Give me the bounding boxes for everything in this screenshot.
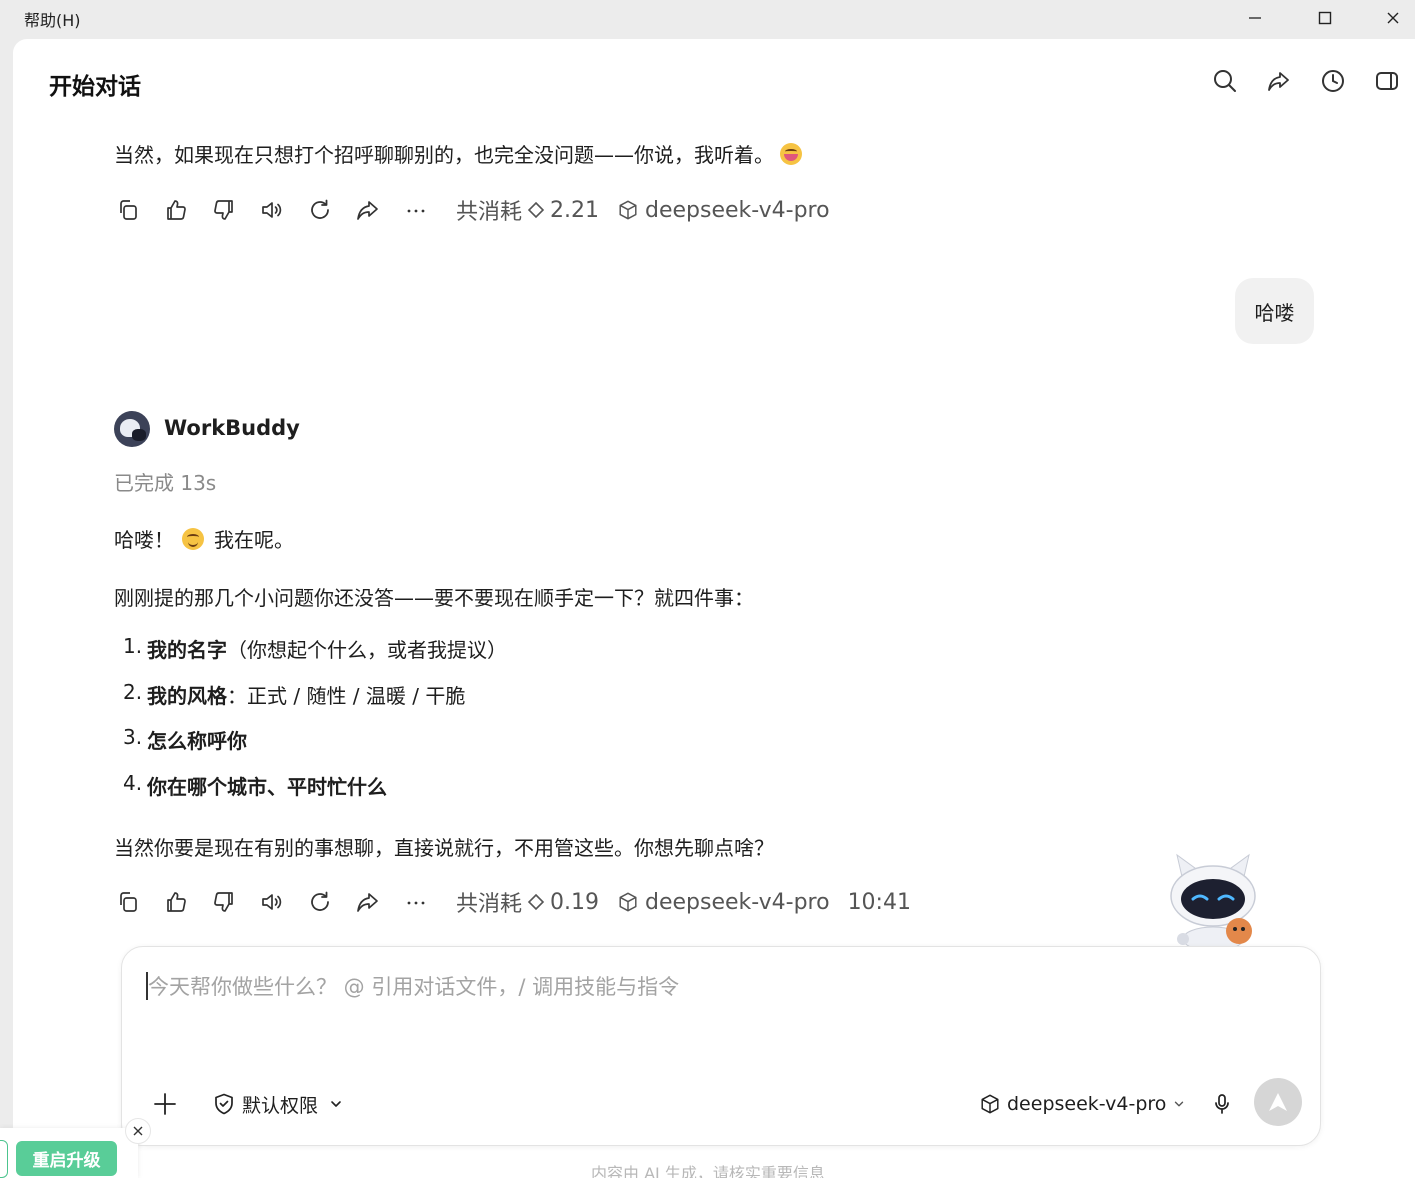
cost-label: 共消耗 [456,892,523,917]
shield-check-icon [215,1093,233,1115]
thumbs-up-icon [167,892,186,912]
microphone-icon [1215,1094,1229,1114]
model-cube-icon [619,200,637,220]
refresh-icon [311,199,329,219]
toast-edge [0,1140,8,1178]
model-name: deepseek-v4-pro [645,889,830,915]
more-dots-icon [407,901,425,905]
regenerate-button[interactable] [308,192,356,228]
send-button[interactable] [1254,1078,1302,1126]
copy-icon [120,892,137,912]
voice-input-button[interactable] [1205,1087,1239,1121]
close-window-button[interactable] [1366,0,1415,36]
cost-value: 0.19 [550,889,599,915]
like-button[interactable] [164,192,212,228]
speaker-icon [262,894,282,910]
bot-question-list: 1. 我的名字 （你想起个什么，或者我提议） 2. 我的风格 ：正式 / 随性 / 温暖… [123,634,507,816]
ai-disclaimer: 内容由 AI 生成，请核实重要信息 [591,1164,825,1178]
minimize-icon [1249,17,1261,19]
forward-button[interactable] [356,192,404,228]
read-aloud-button[interactable] [260,192,308,228]
copy-button[interactable] [116,192,164,228]
sidebar-toggle-icon [1376,72,1398,90]
permission-dropdown[interactable]: 默认权限 [212,1087,350,1121]
bot-reply-meta: 共消耗 0.19 deepseek-v4-pro 10:41 [456,886,911,918]
bot-reply-actions: 共消耗 0.19 deepseek-v4-pro 10:41 [116,884,911,920]
cost-value: 2.21 [550,197,599,223]
window-title-bar: 帮助(H) [0,0,1415,38]
user-message-bubble: 哈喽 [1235,278,1314,344]
chevron-down-icon [1175,1101,1184,1107]
copy-button[interactable] [116,884,164,920]
chat-panel: 开始对话 当然，如果现在只想打个招呼聊聊别的，也完全没问题——你说，我听着。 共… [13,39,1415,1178]
share-icon [357,201,378,220]
bot-name: WorkBuddy [164,416,300,440]
maximize-icon [1318,11,1332,25]
share-icon [357,893,378,912]
thumbs-up-icon [167,200,186,220]
model-cube-icon [981,1094,999,1114]
dislike-button[interactable] [212,192,260,228]
list-item: 3. 怎么称呼你 [123,725,247,753]
model-name: deepseek-v4-pro [645,197,830,223]
search-button[interactable] [1210,66,1240,96]
restart-upgrade-button[interactable]: 重启升级 [16,1141,117,1176]
permission-label: 默认权限 [242,1094,319,1117]
read-aloud-button[interactable] [260,884,308,920]
bot-avatar [114,411,150,447]
maximize-button[interactable] [1298,0,1352,36]
prev-reply-actions: 共消耗 2.21 deepseek-v4-pro [116,192,830,228]
message-input-placeholder[interactable]: 今天帮你做些什么？ @ 引用对话文件，/ 调用技能与指令 [148,971,679,1001]
dislike-button[interactable] [212,884,260,920]
attach-button[interactable] [148,1087,182,1121]
page-title: 开始对话 [49,74,141,100]
search-icon [1214,70,1236,92]
share-button[interactable] [1264,66,1294,96]
model-selector[interactable]: deepseek-v4-pro [979,1087,1186,1121]
completion-status: 已完成 13s [114,471,217,495]
sidebar-toggle-button[interactable] [1372,66,1402,96]
forward-button[interactable] [356,884,404,920]
list-item: 2. 我的风格 ：正式 / 随性 / 温暖 / 干脆 [123,679,466,708]
history-icon [1322,70,1344,92]
toast-close-button[interactable] [125,1118,151,1144]
prev-reply-text: 当然，如果现在只想打个招呼聊聊别的，也完全没问题——你说，我听着。 [114,139,802,168]
robot-cat-mascot-icon [1170,853,1256,946]
diamond-icon [527,893,545,911]
model-cube-icon [619,892,637,912]
more-button[interactable] [404,884,452,920]
list-item: 1. 我的名字 （你想起个什么，或者我提议） [123,634,507,662]
menu-help[interactable]: 帮助(H) [24,7,81,31]
message-time: 10:41 [847,889,911,915]
share-icon [1268,72,1289,91]
cost-label: 共消耗 [456,200,523,225]
smile-emoji-icon [182,528,204,550]
like-button[interactable] [164,884,212,920]
close-icon [133,1126,143,1136]
close-icon [1387,12,1399,24]
refresh-icon [311,891,329,911]
user-message-text: 哈喽 [1254,300,1295,325]
send-arrow-icon [1269,1093,1287,1111]
speaker-icon [262,202,282,218]
thumbs-down-icon [214,892,233,912]
copy-icon [120,200,137,220]
minimize-button[interactable] [1228,0,1282,36]
thumbs-down-icon [214,200,233,220]
more-button[interactable] [404,192,452,228]
message-composer[interactable]: 今天帮你做些什么？ @ 引用对话文件，/ 调用技能与指令 默认权限 deepse… [121,946,1321,1146]
bot-greeting: 哈喽！ 我在呢。 [114,528,294,552]
more-dots-icon [407,209,425,213]
regenerate-button[interactable] [308,884,356,920]
prev-reply-meta: 共消耗 2.21 deepseek-v4-pro [456,194,830,226]
plus-icon [154,1093,176,1115]
chevron-down-icon [331,1101,341,1107]
history-button[interactable] [1318,66,1348,96]
grin-emoji-icon [780,143,802,165]
model-selector-label: deepseek-v4-pro [1007,1093,1167,1115]
list-item: 4. 你在哪个城市、平时忙什么 [123,770,387,799]
bot-closing: 当然你要是现在有别的事想聊，直接说就行，不用管这些。你想先聊点啥？ [114,836,774,860]
bot-intro: 刚刚提的那几个小问题你还没答——要不要现在顺手定一下？就四件事： [114,586,754,610]
diamond-icon [527,201,545,219]
